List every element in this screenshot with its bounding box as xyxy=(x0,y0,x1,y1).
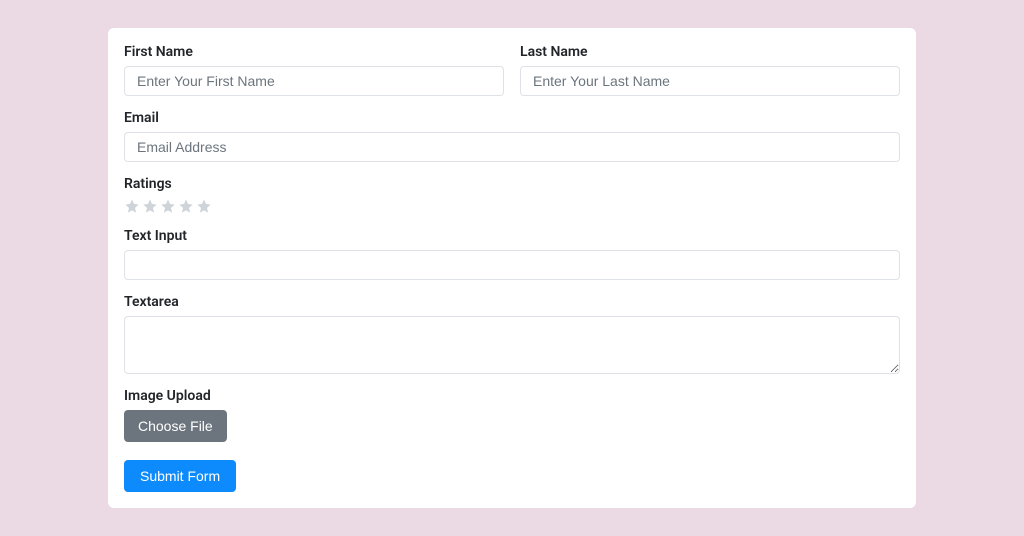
last-name-label: Last Name xyxy=(520,44,900,60)
choose-file-button[interactable]: Choose File xyxy=(124,410,227,442)
email-label: Email xyxy=(124,110,900,126)
star-icon[interactable] xyxy=(142,198,158,214)
star-icon[interactable] xyxy=(178,198,194,214)
star-icon[interactable] xyxy=(124,198,140,214)
text-input-label: Text Input xyxy=(124,228,900,244)
first-name-input[interactable] xyxy=(124,66,504,96)
form-card: First Name Last Name Email Ratings Text … xyxy=(108,28,916,508)
ratings-label: Ratings xyxy=(124,176,900,192)
first-name-label: First Name xyxy=(124,44,504,60)
star-icon[interactable] xyxy=(160,198,176,214)
ratings-stars xyxy=(124,198,900,214)
image-upload-label: Image Upload xyxy=(124,388,900,404)
email-input[interactable] xyxy=(124,132,900,162)
textarea-label: Textarea xyxy=(124,294,900,310)
textarea-field[interactable] xyxy=(124,316,900,374)
text-input-field[interactable] xyxy=(124,250,900,280)
last-name-input[interactable] xyxy=(520,66,900,96)
submit-button[interactable]: Submit Form xyxy=(124,460,236,492)
star-icon[interactable] xyxy=(196,198,212,214)
